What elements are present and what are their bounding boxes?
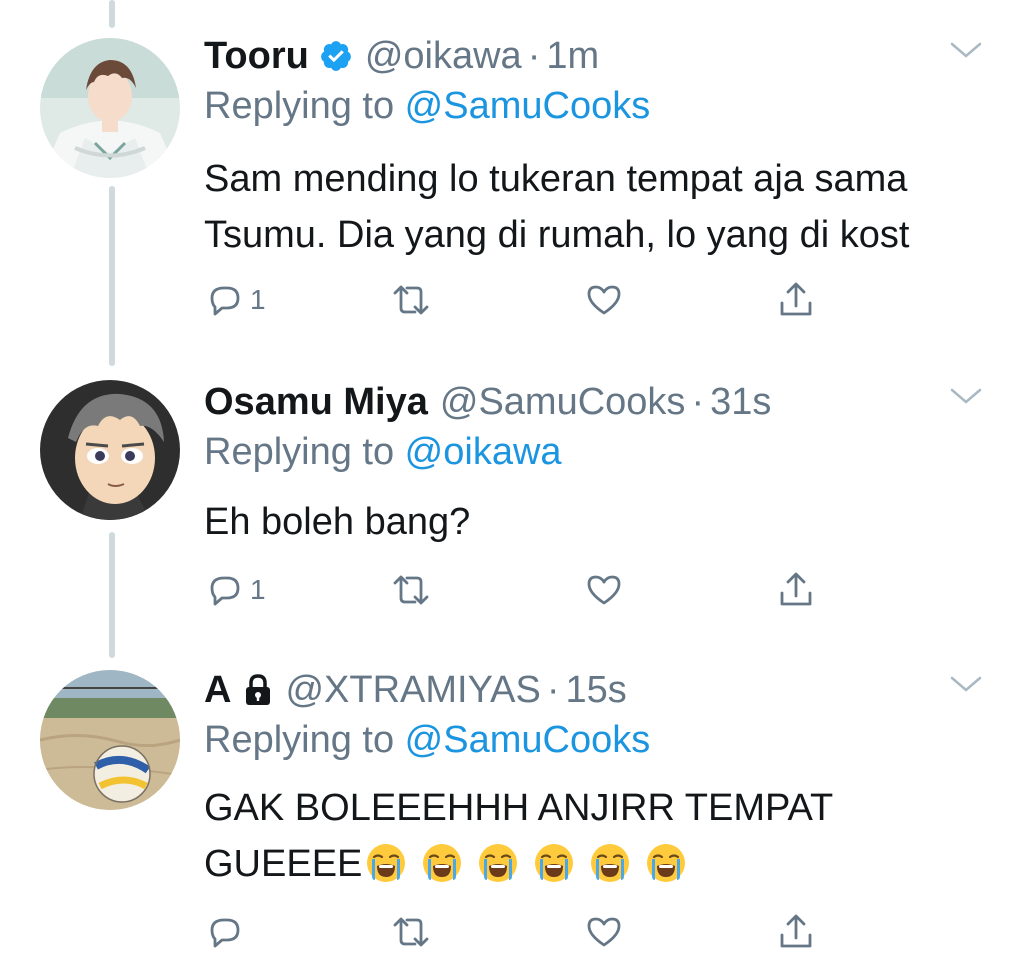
- separator-dot: ·: [691, 381, 705, 423]
- loudly-crying-face-emoji-icon: [532, 840, 576, 884]
- like-button[interactable]: [583, 910, 625, 954]
- heart-icon: [587, 917, 621, 947]
- avatar[interactable]: [40, 38, 180, 178]
- share-icon: [780, 282, 812, 316]
- replying-to-label: Replying to: [204, 85, 405, 127]
- replying-to: Replying to @SamuCooks: [204, 718, 650, 762]
- tweet[interactable]: Osamu Miya @SamuCooks · 31s Replying to …: [0, 380, 1024, 620]
- like-button[interactable]: [583, 568, 625, 612]
- reply-button[interactable]: [204, 910, 246, 954]
- replying-to-mention[interactable]: @SamuCooks: [405, 719, 651, 761]
- share-button[interactable]: [775, 278, 817, 322]
- replying-to: Replying to @oikawa: [204, 430, 562, 474]
- separator-dot: ·: [546, 669, 560, 711]
- loudly-crying-face-emoji-icon: [588, 840, 632, 884]
- tweet-actions: [204, 910, 824, 954]
- tweet-actions: 1: [204, 568, 824, 612]
- replying-to-label: Replying to: [204, 431, 405, 473]
- handle[interactable]: @oikawa: [365, 34, 522, 78]
- anime-character-avatar: [40, 380, 180, 520]
- retweet-icon: [393, 285, 429, 315]
- tweet-text: Eh boleh bang?: [204, 501, 471, 543]
- timestamp[interactable]: 31s: [710, 380, 771, 424]
- tweet[interactable]: A @XTRAMIYAS · 15s Replying to @SamuCook…: [0, 668, 1024, 968]
- lock-icon: [243, 673, 273, 707]
- loudly-crying-face-emoji-icon: [420, 840, 464, 884]
- timestamp[interactable]: 1m: [546, 34, 599, 78]
- emoji-group: [362, 843, 688, 885]
- heart-icon: [587, 285, 621, 315]
- volleyball-on-sand-photo: [40, 670, 180, 810]
- reply-button[interactable]: 1: [204, 568, 266, 612]
- loudly-crying-face-emoji-icon: [364, 840, 408, 884]
- retweet-button[interactable]: [390, 568, 432, 612]
- display-name[interactable]: Tooru: [204, 34, 309, 78]
- retweet-icon: [393, 917, 429, 947]
- replying-to-label: Replying to: [204, 719, 405, 761]
- thread-line-top: [109, 0, 115, 28]
- tweet[interactable]: Tooru @oikawa · 1m Replying to @SamuCook…: [0, 34, 1024, 334]
- tweet-text: Sam mending lo tukeran tempat aja sama T…: [204, 158, 910, 256]
- heart-icon: [587, 575, 621, 605]
- replying-to-mention[interactable]: @SamuCooks: [405, 85, 651, 127]
- verified-badge-icon: [319, 39, 353, 73]
- separator-dot: ·: [527, 35, 541, 77]
- reply-icon: [210, 918, 240, 948]
- reply-count: 1: [250, 284, 266, 315]
- tweet-text: GAK BOLEEEHHH ANJIRR TEMPAT GUEEEE: [204, 780, 944, 892]
- loudly-crying-face-emoji-icon: [644, 840, 688, 884]
- reply-icon: [210, 576, 240, 606]
- handle[interactable]: @SamuCooks: [440, 380, 686, 424]
- reply-icon: [210, 286, 240, 316]
- replying-to: Replying to @SamuCooks: [204, 84, 650, 128]
- share-icon: [780, 572, 812, 606]
- replying-to-mention[interactable]: @oikawa: [405, 431, 562, 473]
- handle[interactable]: @XTRAMIYAS: [285, 668, 540, 712]
- display-name[interactable]: Osamu Miya: [204, 380, 428, 424]
- share-button[interactable]: [775, 910, 817, 954]
- display-name[interactable]: A: [204, 668, 231, 712]
- chevron-down-icon[interactable]: [948, 672, 984, 696]
- tweet-header: A @XTRAMIYAS · 15s: [204, 668, 627, 712]
- share-button[interactable]: [775, 568, 817, 612]
- retweet-button[interactable]: [390, 910, 432, 954]
- chevron-down-icon[interactable]: [948, 384, 984, 408]
- tweet-header: Tooru @oikawa · 1m: [204, 34, 599, 78]
- avatar[interactable]: [40, 380, 180, 520]
- share-icon: [780, 914, 812, 948]
- reply-count: 1: [250, 574, 266, 605]
- timestamp[interactable]: 15s: [565, 668, 626, 712]
- tweet-actions: 1: [204, 278, 824, 322]
- retweet-icon: [393, 575, 429, 605]
- like-button[interactable]: [583, 278, 625, 322]
- chevron-down-icon[interactable]: [948, 38, 984, 62]
- avatar[interactable]: [40, 670, 180, 810]
- reply-button[interactable]: 1: [204, 278, 266, 322]
- anime-character-avatar: [40, 38, 180, 178]
- loudly-crying-face-emoji-icon: [476, 840, 520, 884]
- tweet-header: Osamu Miya @SamuCooks · 31s: [204, 380, 771, 424]
- retweet-button[interactable]: [390, 278, 432, 322]
